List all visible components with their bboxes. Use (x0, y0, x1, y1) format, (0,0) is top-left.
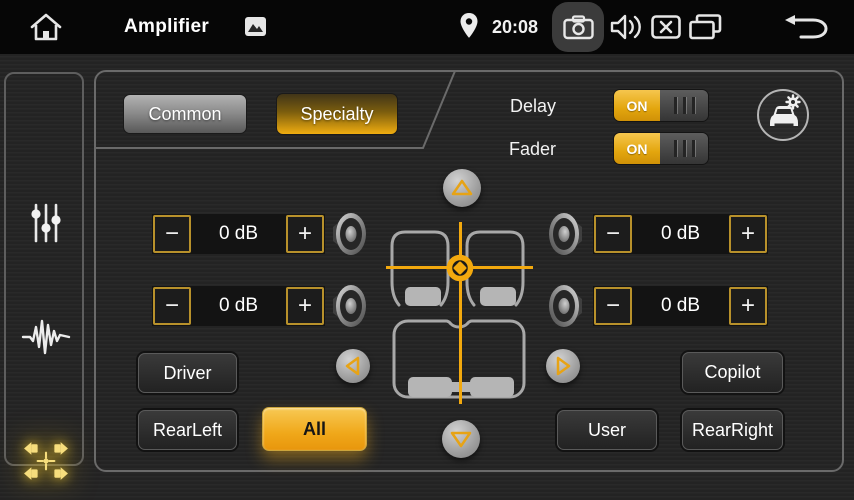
sidebar-item-sound-effects[interactable] (6, 314, 86, 358)
front-right-gain-increase-button[interactable]: + (729, 215, 767, 253)
rear-right-gain-control: − 0 dB + (593, 286, 768, 326)
left-arrow-icon (336, 349, 370, 383)
up-arrow-icon (443, 169, 481, 207)
rear-right-speaker-icon (547, 283, 585, 329)
sidebar-item-equalizer[interactable] (6, 202, 86, 244)
recent-apps-icon (689, 14, 722, 40)
back-icon (783, 14, 829, 41)
plus-icon: + (298, 294, 312, 318)
rear-left-speaker-icon (330, 283, 368, 329)
rear-right-gain-increase-button[interactable]: + (729, 287, 767, 325)
tab-common-label: Common (148, 104, 221, 125)
status-bar: Amplifier 20:08 (0, 0, 854, 54)
volume-button[interactable] (610, 13, 645, 41)
front-left-gain-value: 0 dB (192, 223, 285, 245)
front-left-speaker-icon (330, 211, 368, 257)
close-app-button[interactable] (651, 15, 681, 39)
delay-toggle-state: ON (614, 90, 660, 121)
delay-label: Delay (466, 96, 556, 117)
waveform-icon (21, 314, 71, 358)
preset-copilot-button[interactable]: Copilot (682, 352, 783, 393)
fader-label: Fader (466, 139, 556, 160)
car-settings-button[interactable] (755, 87, 811, 143)
camera-icon (563, 15, 594, 40)
plus-icon: + (741, 294, 755, 318)
rear-left-gain-value: 0 dB (192, 295, 285, 317)
volume-icon (610, 13, 645, 41)
fader-balance-icon (23, 438, 69, 484)
preset-all-label: All (303, 419, 326, 440)
down-arrow-icon (442, 420, 480, 458)
preset-rearleft-button[interactable]: RearLeft (138, 410, 237, 450)
clock: 20:08 (492, 0, 538, 54)
home-icon (27, 11, 65, 43)
minus-icon: − (165, 294, 179, 318)
gallery-icon (244, 16, 267, 37)
preset-copilot-label: Copilot (704, 362, 760, 383)
screenshot-button[interactable] (552, 2, 604, 52)
home-button[interactable] (27, 11, 65, 43)
preset-rearright-button[interactable]: RearRight (682, 410, 783, 450)
rear-right-gain-value: 0 dB (633, 295, 728, 317)
front-right-gain-value: 0 dB (633, 223, 728, 245)
delay-toggle-knob (660, 90, 708, 121)
fader-toggle-state: ON (614, 133, 660, 164)
rear-left-gain-increase-button[interactable]: + (286, 287, 324, 325)
minus-icon: − (606, 222, 620, 246)
location-icon (459, 12, 479, 40)
back-button[interactable] (783, 14, 829, 41)
recent-apps-button[interactable] (689, 14, 722, 40)
move-right-button[interactable] (546, 349, 580, 383)
equalizer-icon (28, 202, 64, 244)
front-right-gain-decrease-button[interactable]: − (594, 215, 632, 253)
sidebar (4, 72, 84, 466)
balance-position-target[interactable] (443, 251, 477, 285)
move-up-button[interactable] (443, 169, 481, 207)
rear-left-gain-decrease-button[interactable]: − (153, 287, 191, 325)
preset-user-button[interactable]: User (557, 410, 657, 450)
fader-toggle-knob (660, 133, 708, 164)
preset-rearleft-label: RearLeft (153, 420, 222, 441)
page-title: Amplifier (124, 0, 209, 54)
plus-icon: + (298, 222, 312, 246)
right-arrow-icon (546, 349, 580, 383)
fader-toggle[interactable]: ON (613, 132, 709, 165)
rear-left-gain-control: − 0 dB + (152, 286, 325, 326)
front-left-gain-increase-button[interactable]: + (286, 215, 324, 253)
tab-specialty-label: Specialty (300, 104, 373, 125)
sidebar-item-fader-balance[interactable] (6, 438, 86, 484)
car-settings-icon (755, 87, 811, 143)
preset-all-button[interactable]: All (262, 407, 367, 451)
move-left-button[interactable] (336, 349, 370, 383)
plus-icon: + (741, 222, 755, 246)
minus-icon: − (165, 222, 179, 246)
gallery-button[interactable] (244, 16, 267, 37)
crosshair-vertical-line (459, 222, 462, 404)
move-down-button[interactable] (442, 420, 480, 458)
preset-driver-label: Driver (164, 363, 212, 384)
tab-specialty[interactable]: Specialty (276, 93, 398, 135)
preset-user-label: User (588, 420, 626, 441)
rear-right-gain-decrease-button[interactable]: − (594, 287, 632, 325)
close-icon (651, 15, 681, 39)
preset-driver-button[interactable]: Driver (138, 353, 237, 393)
delay-toggle[interactable]: ON (613, 89, 709, 122)
front-left-gain-control: − 0 dB + (152, 214, 325, 254)
front-left-gain-decrease-button[interactable]: − (153, 215, 191, 253)
tab-common[interactable]: Common (123, 94, 247, 134)
minus-icon: − (606, 294, 620, 318)
preset-rearright-label: RearRight (692, 420, 773, 441)
front-right-speaker-icon (547, 211, 585, 257)
location-indicator (459, 12, 479, 40)
front-right-gain-control: − 0 dB + (593, 214, 768, 254)
amplifier-screen: Amplifier 20:08 (0, 0, 854, 500)
